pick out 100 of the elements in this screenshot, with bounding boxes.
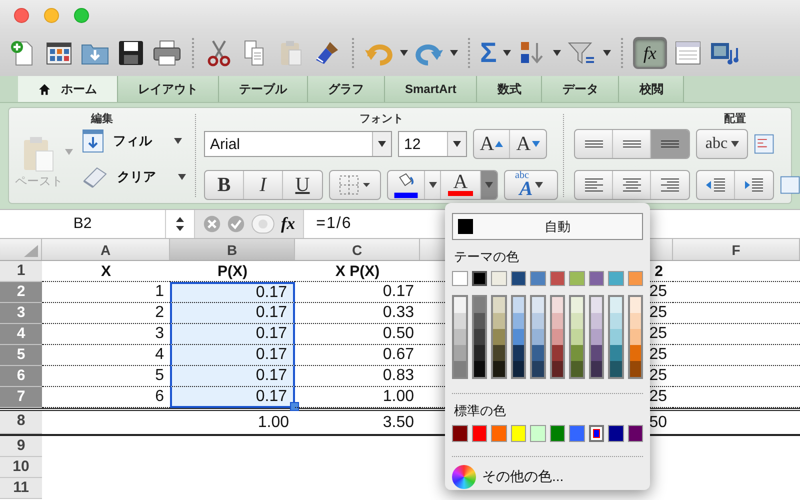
color-swatch[interactable] xyxy=(552,329,563,345)
color-swatch[interactable] xyxy=(590,297,602,313)
font-color-menu-button[interactable] xyxy=(481,171,497,199)
color-swatch[interactable] xyxy=(474,297,485,313)
ribbon-tab[interactable]: 数式 xyxy=(477,76,542,102)
color-wheel-icon[interactable] xyxy=(452,465,476,489)
row-header[interactable]: 11 xyxy=(0,478,42,499)
bold-button[interactable]: B xyxy=(205,171,244,199)
color-swatch[interactable] xyxy=(569,425,584,442)
caret-icon[interactable] xyxy=(602,50,611,56)
color-swatch[interactable] xyxy=(588,425,604,442)
color-swatch[interactable] xyxy=(630,345,641,361)
autosum-button[interactable]: Σ xyxy=(480,38,497,68)
color-swatch[interactable] xyxy=(512,297,524,313)
caret-icon[interactable] xyxy=(450,50,458,56)
caret-icon[interactable] xyxy=(552,50,561,56)
orientation-button[interactable]: abc xyxy=(697,130,747,158)
ribbon-tab[interactable]: レイアウト xyxy=(118,76,219,102)
color-swatch[interactable] xyxy=(532,345,544,361)
grow-font-button[interactable]: A xyxy=(474,130,510,158)
color-swatch[interactable] xyxy=(628,271,643,286)
color-swatch[interactable] xyxy=(493,313,504,329)
color-swatch[interactable] xyxy=(491,271,506,286)
insert-function-button[interactable]: fx xyxy=(281,214,296,234)
more-colors-item[interactable]: その他の色... xyxy=(482,468,564,486)
color-swatch[interactable] xyxy=(550,271,565,286)
color-swatch[interactable] xyxy=(590,345,602,361)
confirm-icon[interactable] xyxy=(227,215,245,233)
row-header[interactable]: 9 xyxy=(0,436,42,457)
color-swatch[interactable] xyxy=(474,329,485,345)
color-swatch[interactable] xyxy=(532,313,544,329)
align-bottom-button[interactable] xyxy=(651,130,689,158)
color-swatch[interactable] xyxy=(590,313,602,329)
fill-button[interactable]: フィル xyxy=(81,129,186,153)
row-header[interactable]: 10 xyxy=(0,457,42,478)
minimize-button[interactable] xyxy=(44,8,59,22)
color-swatch[interactable] xyxy=(630,329,641,345)
color-swatch[interactable] xyxy=(454,361,466,377)
close-button[interactable] xyxy=(14,8,29,22)
color-swatch[interactable] xyxy=(550,425,565,442)
zoom-button[interactable] xyxy=(74,8,89,22)
ribbon-tab[interactable]: SmartArt xyxy=(385,76,478,102)
color-swatch[interactable] xyxy=(610,313,622,329)
clear-button[interactable]: クリア xyxy=(81,165,186,189)
color-swatch[interactable] xyxy=(532,361,544,377)
color-swatch[interactable] xyxy=(532,329,544,345)
formula-builder-button[interactable]: fx xyxy=(632,37,667,69)
color-swatch[interactable] xyxy=(493,361,504,377)
color-swatch[interactable] xyxy=(590,361,602,377)
color-swatch[interactable] xyxy=(571,297,582,313)
toggle-icon[interactable] xyxy=(251,214,275,234)
row-header[interactable]: 1 xyxy=(0,261,42,282)
color-swatch[interactable] xyxy=(493,297,504,313)
color-swatch[interactable] xyxy=(493,345,504,361)
ribbon-tab[interactable]: 校閲 xyxy=(619,76,684,102)
text-effects-button[interactable]: abc A xyxy=(505,171,557,199)
color-swatch[interactable] xyxy=(630,313,641,329)
color-swatch[interactable] xyxy=(630,361,641,377)
color-swatch[interactable] xyxy=(454,313,466,329)
color-swatch[interactable] xyxy=(552,345,563,361)
color-swatch[interactable] xyxy=(571,345,582,361)
ribbon-tab[interactable]: ホーム xyxy=(18,76,118,102)
color-swatch[interactable] xyxy=(491,425,506,442)
color-swatch[interactable] xyxy=(569,271,584,286)
color-swatch[interactable] xyxy=(571,329,582,345)
color-swatch[interactable] xyxy=(512,361,524,377)
underline-button[interactable]: U xyxy=(283,171,322,199)
color-swatch[interactable] xyxy=(590,329,602,345)
color-swatch[interactable] xyxy=(610,361,622,377)
column-header[interactable]: A xyxy=(100,242,111,258)
color-swatch[interactable] xyxy=(452,425,468,442)
automatic-color-button[interactable]: 自動 xyxy=(452,213,643,240)
color-swatch[interactable] xyxy=(532,297,544,313)
print-icon[interactable] xyxy=(152,38,182,68)
name-box[interactable]: B2 xyxy=(0,210,166,238)
color-swatch[interactable] xyxy=(452,271,468,286)
color-swatch[interactable] xyxy=(510,271,526,286)
color-swatch[interactable] xyxy=(474,313,485,329)
ribbon-tab[interactable]: テーブル xyxy=(219,76,308,102)
color-swatch[interactable] xyxy=(530,425,546,442)
color-swatch[interactable] xyxy=(552,313,563,329)
font-name-field[interactable]: Arial xyxy=(204,131,392,157)
shrink-font-button[interactable]: A xyxy=(510,130,546,158)
color-swatch[interactable] xyxy=(510,425,526,442)
color-swatch[interactable] xyxy=(472,271,487,286)
caret-icon[interactable] xyxy=(502,50,511,56)
color-swatch[interactable] xyxy=(474,361,485,377)
formula-field[interactable]: =1/6 xyxy=(304,215,352,233)
ribbon-tab[interactable]: データ xyxy=(542,76,620,102)
caret-icon[interactable] xyxy=(400,50,408,56)
save-icon[interactable] xyxy=(116,38,146,68)
color-swatch[interactable] xyxy=(610,329,622,345)
color-swatch[interactable] xyxy=(608,425,624,442)
color-swatch[interactable] xyxy=(493,329,504,345)
color-swatch[interactable] xyxy=(512,313,524,329)
color-swatch[interactable] xyxy=(454,297,466,313)
merge-icon[interactable] xyxy=(780,174,800,196)
color-swatch[interactable] xyxy=(530,271,546,286)
italic-button[interactable]: I xyxy=(244,171,283,199)
ribbon-tab[interactable]: グラフ xyxy=(308,76,385,102)
